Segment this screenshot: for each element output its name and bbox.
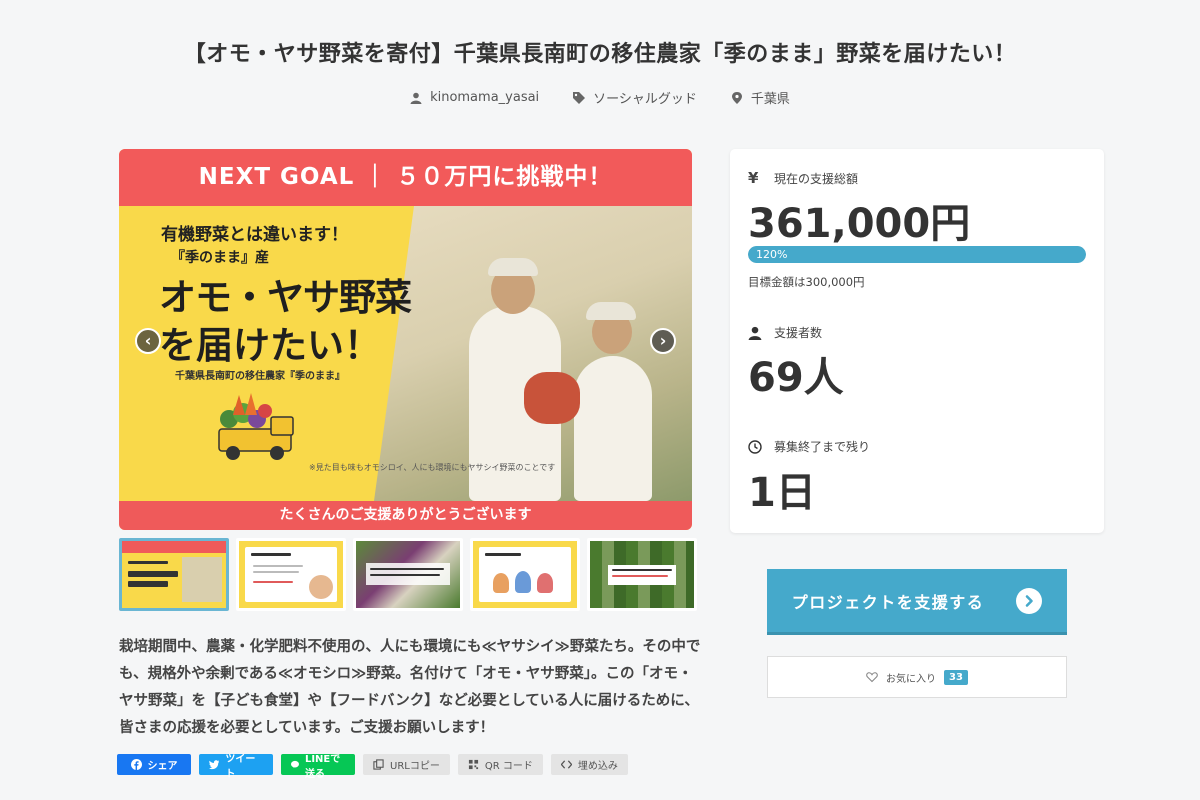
copy-icon (373, 759, 384, 770)
location-name: 千葉県 (750, 92, 790, 107)
facebook-share-label: シェア (147, 761, 178, 772)
heart-icon (866, 672, 878, 683)
tag-icon (573, 91, 586, 104)
line-share-button[interactable]: LINEで送る (281, 754, 355, 780)
twitter-icon (209, 760, 220, 770)
goal-banner: NEXT GOAL ｜ ５０万円に挑戦中！ (119, 149, 692, 206)
twitter-share-button[interactable]: ツイート (199, 754, 273, 780)
location-meta[interactable]: 千葉県 (731, 88, 790, 107)
photo-woman (574, 356, 652, 501)
code-icon (560, 760, 572, 769)
photo-woman-cap (586, 302, 636, 320)
category-meta[interactable]: ソーシャルグッド (573, 88, 697, 107)
thanks-footer: たくさんのご支援ありがとうございます (119, 501, 692, 530)
total-amount-label: 現在の支援総額 (774, 171, 859, 186)
url-copy-label: URLコピー (390, 761, 440, 772)
thumbnail-3[interactable] (353, 538, 463, 611)
image-thumbnails (119, 538, 697, 611)
map-pin-icon (731, 91, 742, 104)
user-icon (410, 92, 422, 104)
favorite-label: お気に入り (886, 673, 937, 685)
vegetable-truck-illustration (218, 393, 294, 460)
funding-progress-fill: 120% (748, 246, 1086, 263)
facebook-share-button[interactable]: シェア (117, 754, 191, 775)
photo-man-cap (488, 258, 538, 276)
funding-stats-card: ¥ 現在の支援総額 361,000円 120% 目標金額は300,000円 支援… (730, 149, 1104, 533)
line-share-label: LINEで送る (304, 753, 341, 780)
image-headline-1: 有機野菜とは違います！ (161, 225, 348, 245)
project-description: 栽培期間中、農薬・化学肥料不使用の、人にも環境にも≪ヤサシイ≫野菜たち。その中で… (119, 639, 701, 736)
funding-progress-bar: 120% (748, 246, 1086, 263)
image-subtitle: 千葉県長南町の移住農家『季のまま』 (175, 371, 345, 382)
total-amount-value: 361,000円 (748, 201, 971, 247)
thumbnail-2[interactable] (236, 538, 346, 611)
facebook-icon (130, 759, 142, 770)
line-icon (291, 760, 299, 768)
owner-meta[interactable]: kinomama_yasai (410, 88, 539, 107)
share-buttons: シェア ツイート LINEで送る URLコピー QR コード 埋め込み (117, 754, 628, 780)
previous-image-button[interactable]: ‹ (135, 328, 161, 354)
qr-code-label: QR コード (484, 761, 533, 772)
project-title: 【オモ・ヤサ野菜を寄付】千葉県長南町の移住農家「季のまま」野菜を届けたい！ (183, 42, 1017, 67)
yen-icon: ¥ (748, 169, 759, 187)
goal-amount-text: 目標金額は300,000円 (748, 275, 865, 289)
url-copy-button[interactable]: URLコピー (363, 754, 450, 775)
owner-name: kinomama_yasai (430, 90, 540, 105)
total-amount-label-row: ¥ 現在の支援総額 (748, 169, 858, 187)
image-headline-2: 『季のまま』産 (171, 250, 269, 266)
favorite-count-badge: 33 (944, 669, 968, 685)
image-headline-4: を届けたい！ (159, 324, 381, 367)
category-name: ソーシャルグッド (593, 92, 697, 107)
twitter-share-label: ツイート (225, 753, 256, 780)
image-headline-3: オモ・ヤサ野菜 (159, 276, 412, 319)
photo-baby (524, 372, 580, 424)
family-photo (374, 206, 692, 501)
image-note: ※見た目も味もオモシロイ、人にも環境にもヤサシイ野菜のことです (309, 463, 556, 472)
thumbnail-5[interactable] (587, 538, 697, 611)
remaining-label: 募集終了まで残り (774, 440, 871, 454)
qr-code-button[interactable]: QR コード (457, 754, 543, 775)
remaining-value: 1日 (748, 470, 816, 516)
embed-label: 埋め込み (577, 761, 618, 772)
embed-button[interactable]: 埋め込み (550, 754, 628, 775)
backers-value: 69人 (748, 355, 844, 401)
thumbnail-1[interactable] (119, 538, 229, 611)
support-project-button[interactable]: プロジェクトを支援する (767, 569, 1067, 635)
remaining-label-row: 募集終了まで残り (748, 438, 870, 455)
support-project-label: プロジェクトを支援する (791, 592, 985, 612)
thumbnail-4[interactable] (470, 538, 580, 611)
arrow-right-icon (1016, 587, 1043, 614)
project-meta: kinomama_yasai ソーシャルグッド 千葉県 (0, 88, 1200, 107)
favorite-button[interactable]: お気に入り 33 (767, 656, 1067, 698)
user-icon (748, 326, 762, 340)
next-image-button[interactable]: › (650, 328, 676, 354)
backers-label-row: 支援者数 (748, 324, 822, 341)
main-project-image[interactable]: NEXT GOAL ｜ ５０万円に挑戦中！ 有機野菜とは違います！ 『季のまま』… (119, 149, 692, 530)
qr-code-icon (468, 759, 478, 770)
backers-label: 支援者数 (774, 326, 823, 340)
clock-icon (748, 439, 762, 454)
